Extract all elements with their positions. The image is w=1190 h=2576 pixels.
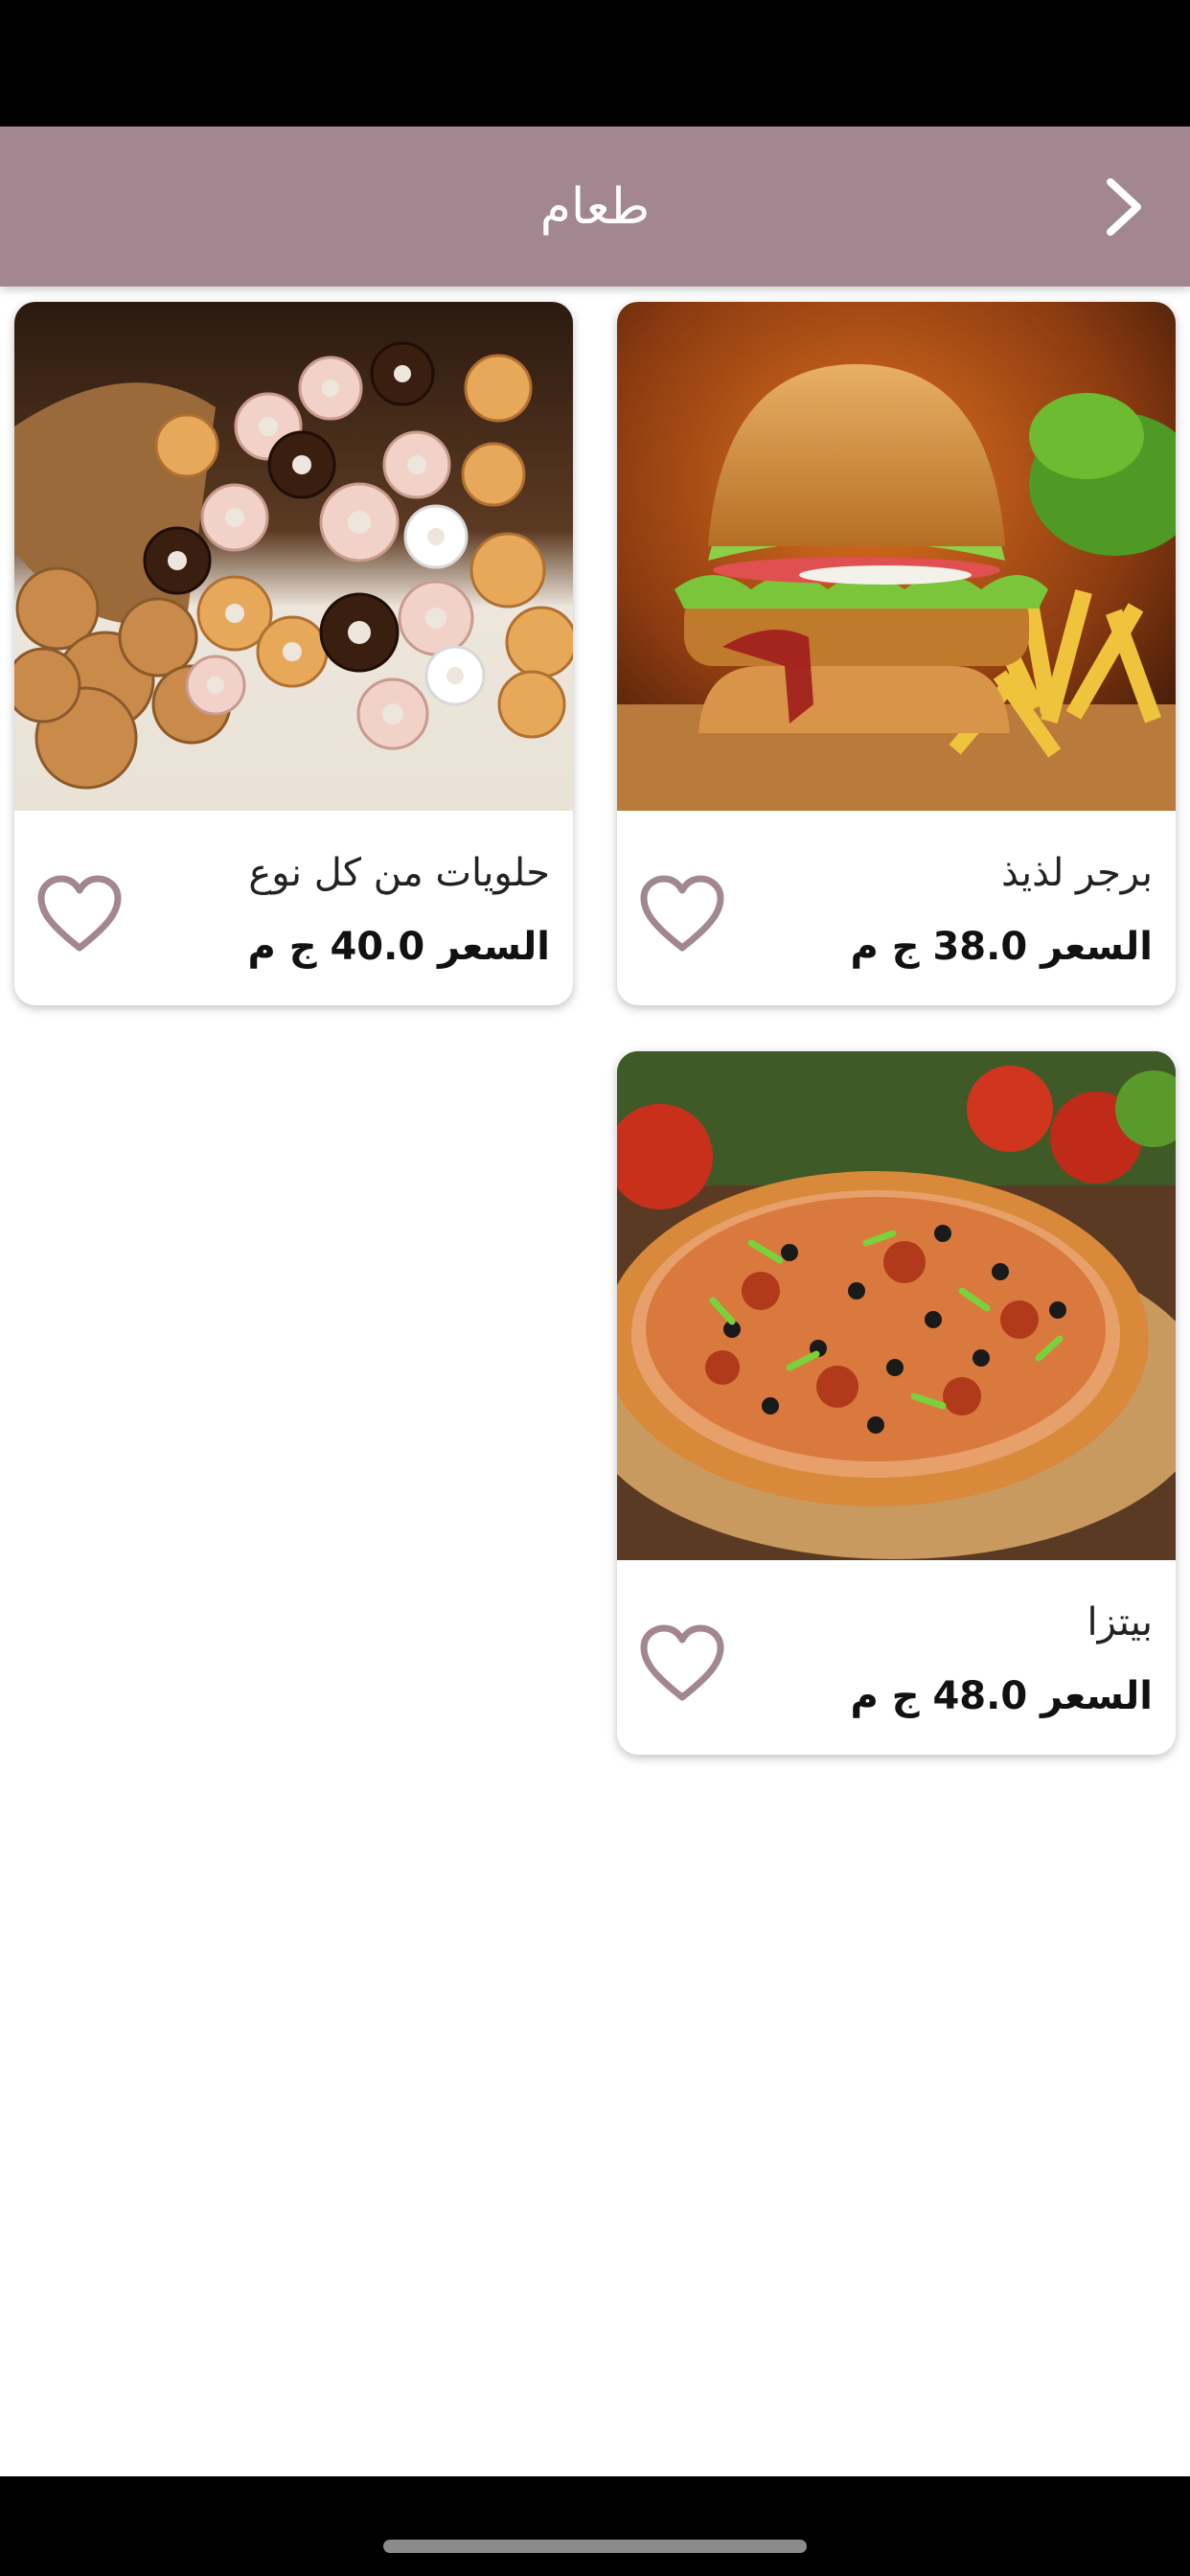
back-button[interactable] — [1090, 173, 1157, 241]
product-price: السعر 40.0 ج م — [247, 925, 550, 969]
favorite-button[interactable] — [32, 865, 127, 961]
product-price: السعر 38.0 ج م — [850, 925, 1153, 969]
favorite-button[interactable] — [634, 865, 730, 961]
heart-outline-icon — [640, 1624, 724, 1701]
heart-outline-icon — [37, 875, 122, 952]
product-title: برجر لذيذ — [1000, 851, 1153, 895]
app-bar: طعام — [0, 126, 1190, 287]
product-image-burger — [617, 302, 1176, 811]
heart-outline-icon — [640, 875, 724, 952]
system-navigation-bar — [0, 2476, 1190, 2576]
product-image-pizza — [617, 1051, 1176, 1560]
page-title: طعام — [539, 177, 651, 236]
product-card-sweets[interactable]: حلويات من كل نوع السعر 40.0 ج م — [14, 302, 573, 1005]
product-card-burger[interactable]: برجر لذيذ السعر 38.0 ج م — [617, 302, 1176, 1005]
status-bar — [0, 0, 1190, 126]
chevron-right-icon — [1107, 177, 1141, 236]
home-indicator[interactable] — [383, 2540, 807, 2553]
product-image-sweets — [14, 302, 573, 811]
favorite-button[interactable] — [634, 1615, 730, 1711]
product-title: حلويات من كل نوع — [248, 851, 550, 895]
product-card-pizza[interactable]: بيتزا السعر 48.0 ج م — [617, 1051, 1176, 1755]
product-price: السعر 48.0 ج م — [850, 1674, 1153, 1718]
product-title: بيتزا — [1087, 1600, 1153, 1644]
